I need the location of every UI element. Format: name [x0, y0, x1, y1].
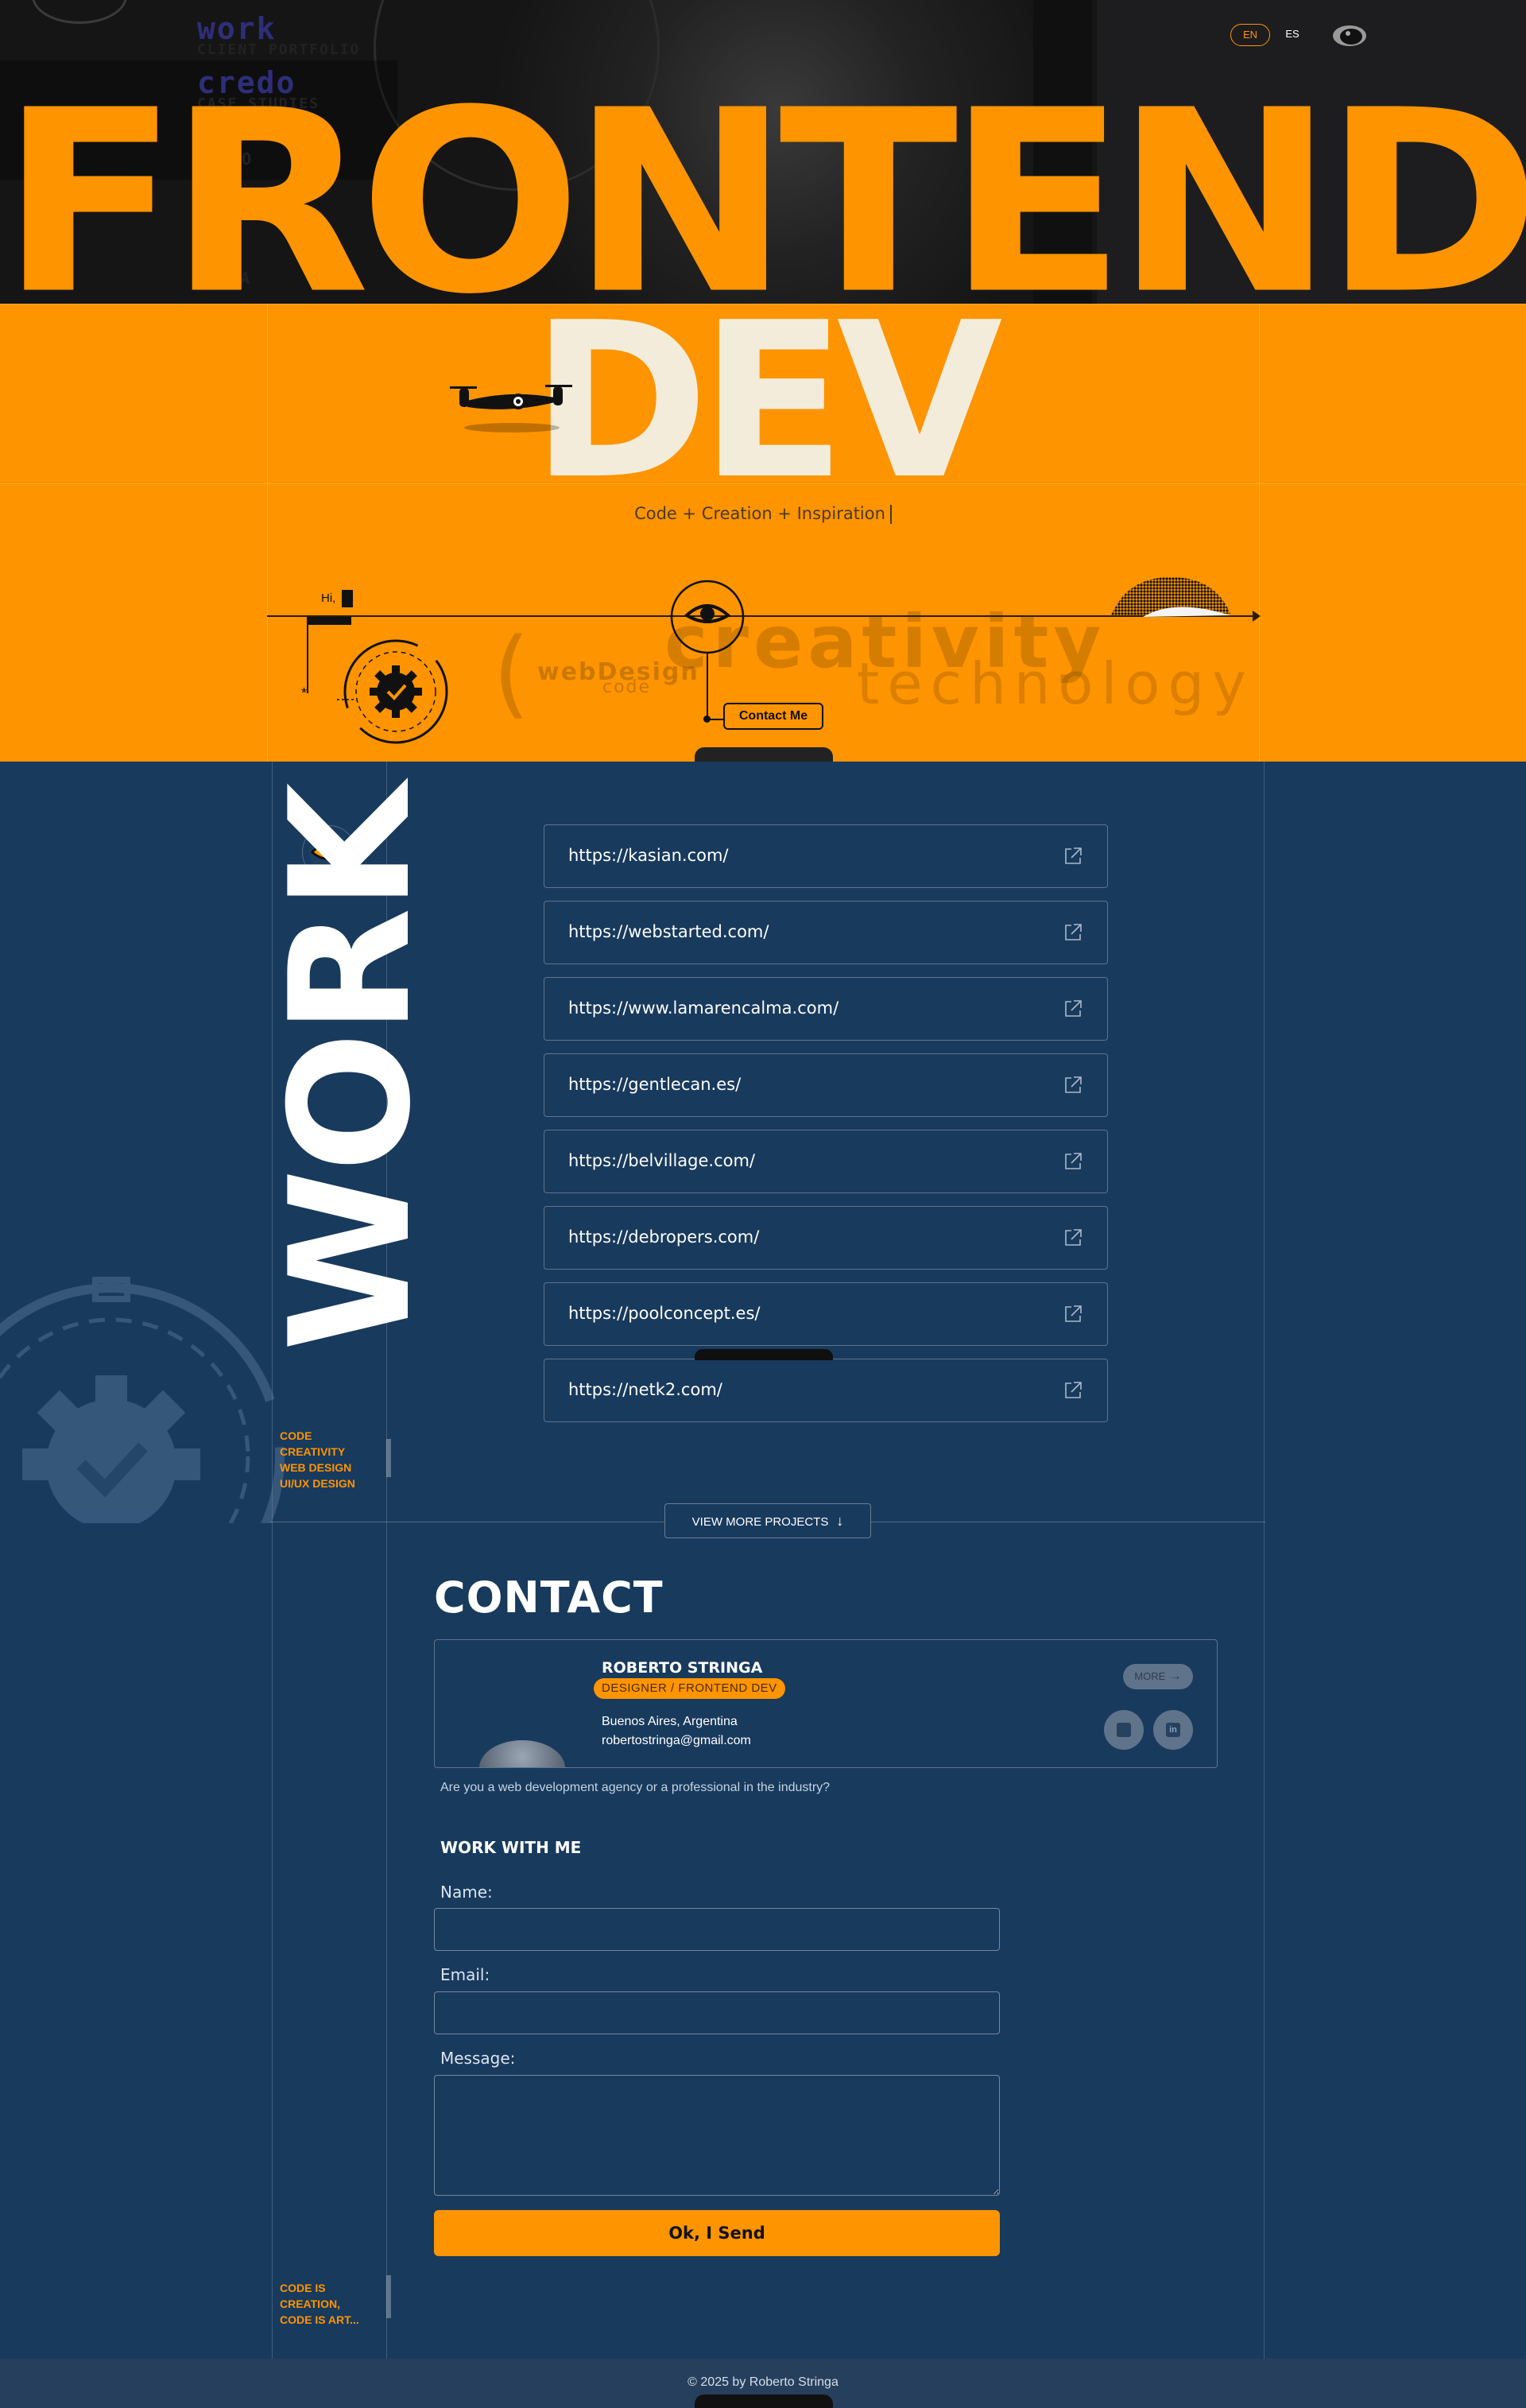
grid-line: [1264, 762, 1265, 2359]
contact-connector: [707, 652, 708, 720]
skill-item: CREATIVITY: [280, 1445, 346, 1458]
project-links-list: https://kasian.com/ https://webstarted.c…: [544, 824, 1108, 1435]
language-es-button[interactable]: ES: [1276, 24, 1308, 46]
asterisk-icon: *: [301, 685, 308, 701]
eye-circle-icon: [670, 580, 745, 654]
motto-line: CODE IS ART...: [280, 2313, 359, 2326]
halftone-head-image: [1111, 576, 1230, 617]
project-link[interactable]: https://belvillage.com/: [544, 1130, 1108, 1193]
github-button[interactable]: [1104, 1710, 1144, 1750]
external-link-icon: [1065, 1000, 1082, 1017]
word-technology: technology: [857, 650, 1254, 717]
motto-line: CREATION,: [280, 2297, 340, 2310]
profile-role-badge: DESIGNER / FRONTEND DEV: [594, 1678, 785, 1699]
agency-question: Are you a web development agency or a pr…: [440, 1781, 831, 1794]
dock-bar: [695, 747, 833, 762]
hero-tagline: Code + Creation + Inspiration: [0, 504, 1526, 524]
hero-title-dev: DEV: [531, 276, 1003, 526]
profile-email[interactable]: robertostringa@gmail.com: [602, 1734, 751, 1748]
project-url: https://gentlecan.es/: [568, 1075, 742, 1094]
profile-name: ROBERTO STRINGA: [602, 1659, 763, 1677]
contact-me-button[interactable]: Contact Me: [723, 703, 823, 730]
skill-item: CODE: [280, 1429, 312, 1442]
project-url: https://debropers.com/: [568, 1227, 760, 1247]
motto-text: CODE IS CREATION, CODE IS ART...: [280, 2280, 359, 2328]
hi-vertical-line: [307, 617, 308, 693]
page: work CLIENT PORTFOLIO credo CASE STUDIES…: [0, 0, 1526, 2408]
github-icon: [1117, 1723, 1131, 1737]
project-url: https://poolconcept.es/: [568, 1304, 761, 1323]
cursor-block: [342, 590, 353, 607]
project-link[interactable]: https://gentlecan.es/: [544, 1053, 1108, 1117]
external-link-icon: [1065, 1153, 1082, 1169]
dock-bar: [695, 2394, 833, 2408]
decor-parenthesis: (: [493, 618, 530, 729]
hi-text: Hi,: [321, 591, 336, 605]
project-link[interactable]: https://webstarted.com/: [544, 901, 1108, 964]
project-link[interactable]: https://poolconcept.es/: [544, 1282, 1108, 1346]
project-link[interactable]: https://www.lamarencalma.com/: [544, 977, 1108, 1041]
project-link[interactable]: https://debropers.com/: [544, 1206, 1108, 1270]
word-code: code: [602, 677, 652, 697]
message-label: Message:: [440, 2049, 516, 2068]
view-more-projects-button[interactable]: VIEW MORE PROJECTS: [664, 1503, 871, 1538]
external-link-icon: [1065, 924, 1082, 940]
project-link[interactable]: https://kasian.com/: [544, 824, 1108, 888]
profile-location: Buenos Aires, Argentina: [602, 1715, 738, 1728]
contact-heading: CONTACT: [434, 1572, 664, 1623]
eye-icon[interactable]: [1332, 24, 1367, 48]
project-url: https://belvillage.com/: [568, 1151, 756, 1170]
hero-section: work CLIENT PORTFOLIO credo CASE STUDIES…: [0, 0, 1526, 762]
language-en-button[interactable]: EN: [1230, 24, 1270, 46]
external-link-icon: [1065, 1076, 1082, 1093]
timeline-arrow-icon: [1253, 611, 1261, 622]
form-title: WORK WITH ME: [440, 1838, 582, 1857]
grid-line: [1259, 304, 1260, 762]
side-marker: [386, 1439, 391, 1477]
more-button[interactable]: MORE: [1123, 1664, 1193, 1689]
email-label: Email:: [440, 1965, 490, 1984]
side-marker: [386, 2275, 391, 2318]
name-label: Name:: [440, 1883, 493, 1902]
project-url: https://netk2.com/: [568, 1380, 722, 1399]
email-field[interactable]: [434, 1991, 1000, 2034]
profile-card: ROBERTO STRINGA DESIGNER / FRONTEND DEV …: [434, 1639, 1218, 1768]
skills-list: CODE CREATIVITY WEB DESIGN UI/UX DESIGN: [280, 1428, 355, 1491]
gear-check-icon: [337, 639, 448, 744]
linkedin-icon: in: [1166, 1723, 1180, 1737]
avatar: [479, 1740, 565, 1767]
message-field[interactable]: [434, 2075, 1000, 2196]
name-field[interactable]: [434, 1908, 1000, 1951]
hi-marker: [307, 617, 351, 625]
skill-item: WEB DESIGN: [280, 1461, 352, 1474]
dock-bar: [695, 1349, 833, 1360]
linkedin-button[interactable]: in: [1153, 1710, 1193, 1750]
project-url: https://kasian.com/: [568, 846, 729, 865]
drone-icon: [450, 385, 572, 432]
grid-line: [267, 304, 268, 762]
motto-line: CODE IS: [280, 2282, 326, 2294]
timeline-line: [267, 615, 1257, 617]
send-button[interactable]: Ok, I Send: [434, 2210, 1000, 2256]
work-heading: WORK: [255, 785, 447, 1351]
external-link-icon: [1065, 1229, 1082, 1246]
project-url: https://www.lamarencalma.com/: [568, 998, 839, 1018]
skill-item: UI/UX DESIGN: [280, 1477, 355, 1490]
external-link-icon: [1065, 1382, 1082, 1398]
external-link-icon: [1065, 1305, 1082, 1322]
contact-connector-dot: [703, 715, 711, 723]
project-url: https://webstarted.com/: [568, 922, 769, 941]
project-link[interactable]: https://netk2.com/: [544, 1359, 1108, 1422]
external-link-icon: [1065, 847, 1082, 864]
copyright-text: © 2025 by Roberto Stringa: [687, 2375, 839, 2389]
